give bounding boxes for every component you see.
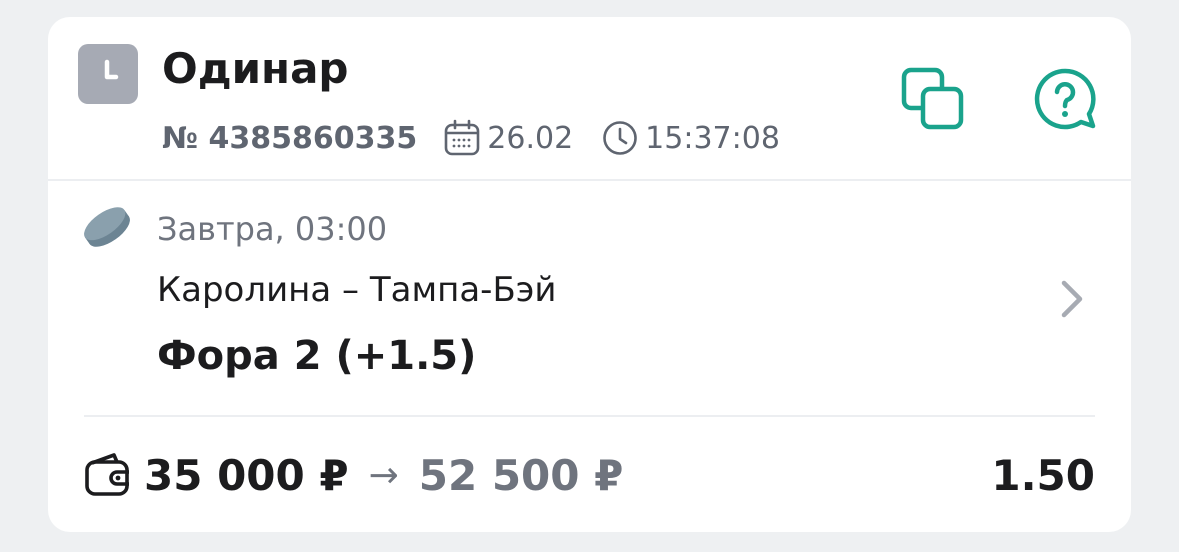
bet-card: Одинар № 4385860335 26.02 15:37:08 Завтр… [48, 17, 1131, 532]
calendar-icon [443, 119, 481, 157]
bet-footer: 35 000 ₽ → 52 500 ₽ 1.50 [84, 447, 1095, 503]
chevron-right-icon [1058, 277, 1088, 321]
bet-type-title: Одинар [162, 44, 349, 93]
payout-amount: 52 500 ₽ [418, 450, 624, 500]
event-start-time: Завтра, 03:00 [157, 210, 388, 248]
odds-value: 1.50 [991, 450, 1095, 500]
clock-icon [78, 44, 138, 104]
copy-icon [901, 67, 964, 130]
bet-number: № 4385860335 [162, 120, 418, 156]
bet-time: 15:37:08 [645, 120, 780, 156]
stake-amount: 35 000 ₽ [144, 450, 349, 500]
arrow-right-icon: → [368, 454, 399, 496]
event-teams: Каролина – Тампа-Бэй [157, 270, 557, 310]
wallet-icon [84, 451, 132, 499]
hockey-puck-icon [78, 203, 136, 251]
time-icon [601, 119, 639, 157]
bet-meta: № 4385860335 26.02 15:37:08 [162, 117, 780, 159]
event-row[interactable]: Завтра, 03:00 Каролина – Тампа-Бэй Фора … [48, 181, 1131, 415]
divider [84, 415, 1095, 417]
bet-date: 26.02 [487, 120, 574, 156]
help-icon [1034, 68, 1096, 130]
help-button[interactable] [1033, 67, 1097, 131]
event-market: Фора 2 (+1.5) [157, 333, 477, 379]
copy-button[interactable] [901, 67, 965, 131]
